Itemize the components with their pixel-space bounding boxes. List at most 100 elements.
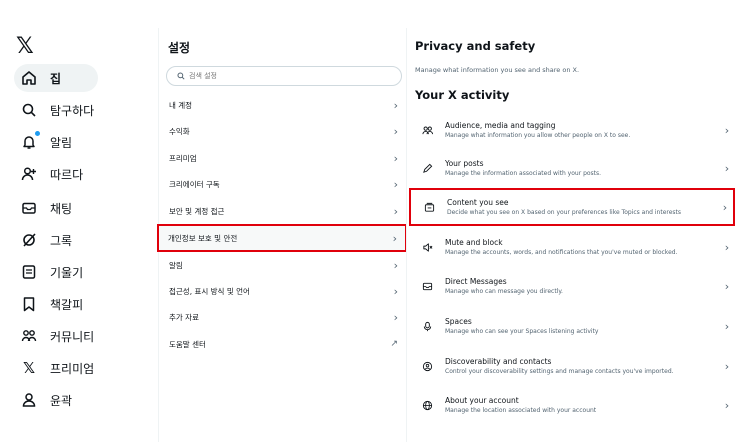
nav-item-premium[interactable]: 𝕏 프리미엄: [14, 354, 100, 382]
settings-item-security[interactable]: 보안 및 계정 접근 ›: [160, 198, 406, 224]
row-description: Manage the accounts, words, and notifica…: [445, 248, 678, 256]
nav-label: 탐구하다: [50, 103, 95, 118]
row-audience-media-tagging[interactable]: Audience, media and tagging Manage what …: [409, 111, 735, 149]
page-title: 설정: [168, 41, 191, 55]
chevron-right-icon: ›: [393, 124, 398, 138]
chevron-right-icon: ›: [393, 258, 398, 272]
settings-item-privacy-safety[interactable]: 개인정보 보호 및 안전 ›: [157, 224, 407, 252]
nav-item-communities[interactable]: 커뮤니티: [14, 322, 100, 350]
nav-label: 집: [50, 71, 62, 86]
settings-item-creator-subscriptions[interactable]: 크리에이터 구독 ›: [160, 171, 406, 197]
list-icon: [20, 263, 38, 281]
bell-icon: [20, 130, 41, 151]
discover-icon: [409, 361, 445, 372]
nav-label: 그록: [50, 233, 73, 248]
settings-item-premium[interactable]: 프리미엄 ›: [160, 145, 406, 171]
chevron-right-icon: ›: [724, 398, 730, 412]
chevron-right-icon: ›: [724, 279, 730, 293]
row-content-you-see[interactable]: Content you see Decide what you see on X…: [409, 188, 735, 226]
nav-item-chat[interactable]: 채팅: [14, 194, 78, 222]
search-input[interactable]: [189, 72, 389, 80]
settings-item-label: 알림: [169, 260, 183, 270]
nav-label: 따르다: [50, 167, 84, 182]
row-description: Manage who can see your Spaces listening…: [445, 327, 599, 335]
nav-item-profile[interactable]: 윤곽: [14, 386, 78, 414]
chevron-right-icon: ›: [724, 240, 730, 254]
chevron-right-icon: ›: [393, 177, 398, 191]
chevron-right-icon: ›: [724, 359, 730, 373]
section-title: Your X activity: [415, 88, 510, 102]
chevron-right-icon: ›: [393, 284, 398, 298]
settings-item-additional-resources[interactable]: 추가 자료 ›: [160, 304, 406, 330]
row-title: About your account: [445, 395, 519, 405]
settings-item-my-account[interactable]: 내 계정 ›: [160, 92, 406, 118]
nav-item-explore[interactable]: 탐구하다: [14, 96, 100, 124]
row-description: Control your discoverability settings an…: [445, 367, 674, 375]
settings-item-label: 추가 자료: [169, 312, 199, 322]
search-settings-field[interactable]: [166, 66, 402, 86]
panel-title: Privacy and safety: [415, 39, 536, 53]
search-icon: [177, 72, 185, 80]
notification-badge: [34, 130, 41, 137]
settings-item-notifications[interactable]: 알림 ›: [160, 252, 406, 278]
chevron-right-icon: ›: [722, 200, 728, 214]
bookmark-icon: [20, 295, 38, 313]
pen-icon: [409, 163, 445, 174]
x-logo[interactable]: 𝕏: [16, 34, 42, 60]
row-discoverability-contacts[interactable]: Discoverability and contacts Control you…: [409, 347, 735, 385]
settings-item-monetization[interactable]: 수익화 ›: [160, 118, 406, 144]
content-icon: [411, 202, 447, 213]
row-about-your-account[interactable]: About your account Manage the location a…: [409, 386, 735, 424]
settings-item-accessibility[interactable]: 접근성, 표시 방식 및 언어 ›: [160, 278, 406, 304]
row-description: Decide what you see on X based on your p…: [447, 208, 682, 216]
row-description: Manage the location associated with your…: [445, 406, 597, 414]
settings-item-label: 보안 및 계정 접근: [169, 206, 225, 216]
chevron-right-icon: ›: [393, 151, 398, 165]
row-title: Audience, media and tagging: [445, 120, 556, 130]
row-title: Discoverability and contacts: [445, 356, 552, 366]
chevron-right-icon: ›: [392, 231, 397, 245]
row-description: Manage who can message you directly.: [445, 287, 563, 295]
settings-item-label: 프리미엄: [169, 153, 197, 163]
chevron-right-icon: ›: [724, 123, 730, 137]
row-title: Content you see: [447, 197, 509, 207]
settings-column: 설정 내 계정 › 수익화 › 프리미엄 › 크리에이터 구독 › 보안 및 계…: [157, 0, 407, 442]
settings-item-label: 도움말 센터: [169, 339, 206, 349]
nav-item-grok[interactable]: 그록: [14, 226, 78, 254]
nav-label: 프리미엄: [50, 361, 95, 376]
row-spaces[interactable]: Spaces Manage who can see your Spaces li…: [409, 307, 735, 345]
nav-label: 윤곽: [50, 393, 73, 408]
row-title: Your posts: [445, 158, 484, 168]
row-title: Direct Messages: [445, 276, 507, 286]
settings-item-help-center[interactable]: 도움말 센터 ↗: [160, 331, 406, 357]
nav-item-follow[interactable]: 따르다: [14, 160, 89, 188]
nav-item-home[interactable]: 집: [14, 64, 98, 92]
globe-icon: [409, 400, 445, 411]
nav-label: 알림: [50, 135, 73, 150]
settings-item-label: 크리에이터 구독: [169, 179, 220, 189]
home-icon: [20, 69, 38, 87]
x-icon: 𝕏: [22, 359, 36, 377]
settings-item-label: 수익화: [169, 126, 190, 136]
settings-item-label: 접근성, 표시 방식 및 언어: [169, 286, 250, 296]
row-title: Spaces: [445, 316, 472, 326]
left-nav: 𝕏 집 탐구하다 알림 따르다 채팅 그록 기울기 책갈피 커뮤니티 𝕏 프리미…: [0, 0, 152, 442]
nav-label: 책갈피: [50, 297, 84, 312]
row-mute-and-block[interactable]: Mute and block Manage the accounts, word…: [409, 228, 735, 266]
nav-label: 기울기: [50, 265, 84, 280]
row-direct-messages[interactable]: Direct Messages Manage who can message y…: [409, 267, 735, 305]
chevron-right-icon: ›: [393, 98, 398, 112]
row-description: Manage the information associated with y…: [445, 169, 602, 177]
nav-item-bookmarks[interactable]: 책갈피: [14, 290, 89, 318]
people-icon: [409, 125, 445, 136]
chevron-right-icon: ›: [393, 204, 398, 218]
chevron-right-icon: ›: [393, 310, 398, 324]
row-description: Manage what information you allow other …: [445, 131, 631, 139]
nav-item-lists[interactable]: 기울기: [14, 258, 89, 286]
privacy-safety-panel: Privacy and safety Manage what informati…: [407, 0, 747, 442]
row-your-posts[interactable]: Your posts Manage the information associ…: [409, 149, 735, 187]
nav-item-notifications[interactable]: 알림: [14, 128, 78, 156]
chevron-right-icon: ›: [724, 319, 730, 333]
settings-item-label: 개인정보 보호 및 안전: [168, 233, 238, 243]
grok-icon: [20, 231, 38, 249]
